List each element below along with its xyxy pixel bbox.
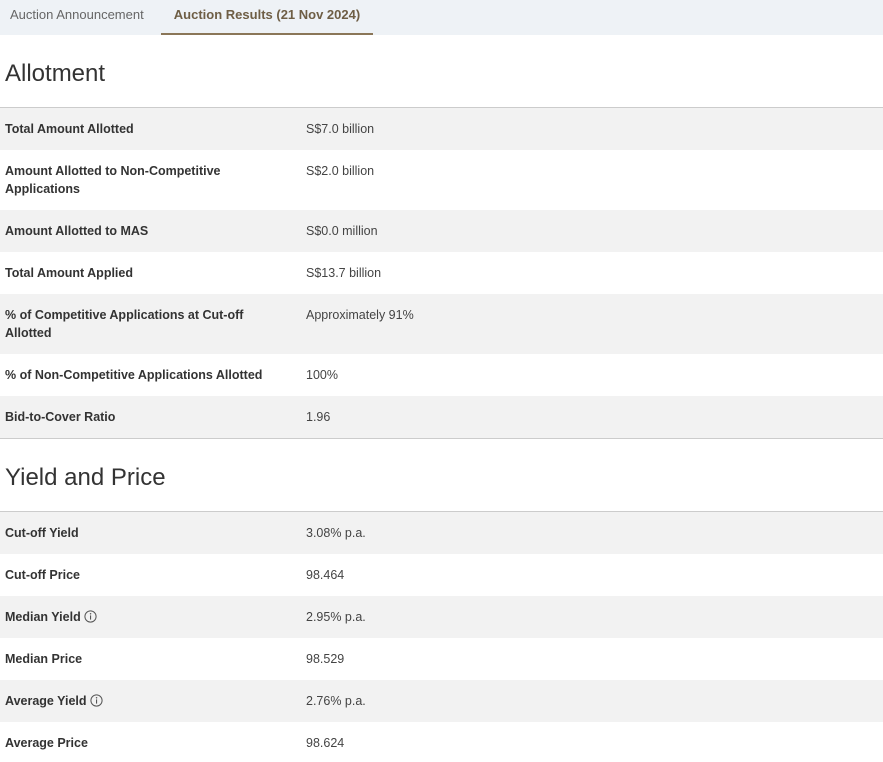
table-row: Cut-off Yield 3.08% p.a. (0, 512, 883, 554)
row-label-with-info: Average Yield (5, 692, 265, 710)
row-value: 1.96 (306, 410, 331, 424)
row-label: Cut-off Yield (5, 526, 79, 540)
yield-price-heading: Yield and Price (5, 464, 166, 491)
row-label: Total Amount Applied (5, 266, 133, 280)
row-value: Approximately 91% (306, 308, 414, 322)
yield-price-table: Cut-off Yield 3.08% p.a. Cut-off Price 9… (0, 511, 883, 762)
row-label: Amount Allotted to Non-Competitive Appli… (5, 164, 221, 196)
row-label: Total Amount Allotted (5, 122, 134, 136)
row-value: S$13.7 billion (306, 266, 382, 280)
info-icon[interactable] (89, 694, 103, 707)
tab-auction-results[interactable]: Auction Results (21 Nov 2024) (161, 0, 373, 35)
row-label: Median Yield (5, 610, 81, 624)
allotment-heading: Allotment (5, 60, 106, 87)
table-row: Median Price 98.529 (0, 638, 883, 680)
row-label: Cut-off Price (5, 568, 80, 582)
tab-bar: Auction Announcement Auction Results (21… (0, 0, 883, 35)
row-value: S$7.0 billion (306, 122, 375, 136)
info-icon[interactable] (84, 610, 97, 623)
table-row: Average Price 98.624 (0, 722, 883, 762)
row-value: 2.95% p.a. (306, 610, 366, 624)
table-row: Amount Allotted to Non-Competitive Appli… (0, 150, 883, 210)
row-label: % of Competitive Applications at Cut-off… (5, 308, 244, 340)
row-label: Average Price (5, 736, 88, 750)
table-row: Bid-to-Cover Ratio 1.96 (0, 396, 883, 438)
table-row: Total Amount Applied S$13.7 billion (0, 252, 883, 294)
row-value: S$0.0 million (306, 224, 378, 238)
row-value: 98.529 (306, 652, 345, 666)
tab-auction-announcement[interactable]: Auction Announcement (10, 0, 144, 35)
row-value: 2.76% p.a. (306, 694, 366, 708)
row-label-with-info: Median Yield (5, 608, 265, 626)
row-label: Median Price (5, 652, 83, 666)
row-value: 98.624 (306, 736, 345, 750)
table-row: % of Non-Competitive Applications Allott… (0, 354, 883, 396)
table-row: Average Yield 2.76% p.a. (0, 680, 883, 722)
allotment-table: Total Amount Allotted S$7.0 billion Amou… (0, 107, 883, 439)
row-label: Amount Allotted to MAS (5, 224, 149, 238)
row-label: Bid-to-Cover Ratio (5, 410, 116, 424)
row-value: 3.08% p.a. (306, 526, 366, 540)
table-row: Median Yield 2.95% p.a. (0, 596, 883, 638)
row-value: S$2.0 billion (306, 164, 375, 178)
table-row: % of Competitive Applications at Cut-off… (0, 294, 883, 354)
table-row: Cut-off Price 98.464 (0, 554, 883, 596)
row-label: Average Yield (5, 694, 87, 708)
row-value: 98.464 (306, 568, 345, 582)
table-row: Amount Allotted to MAS S$0.0 million (0, 210, 883, 252)
row-label: % of Non-Competitive Applications Allott… (5, 368, 263, 382)
table-row: Total Amount Allotted S$7.0 billion (0, 108, 883, 150)
row-value: 100% (306, 368, 338, 382)
